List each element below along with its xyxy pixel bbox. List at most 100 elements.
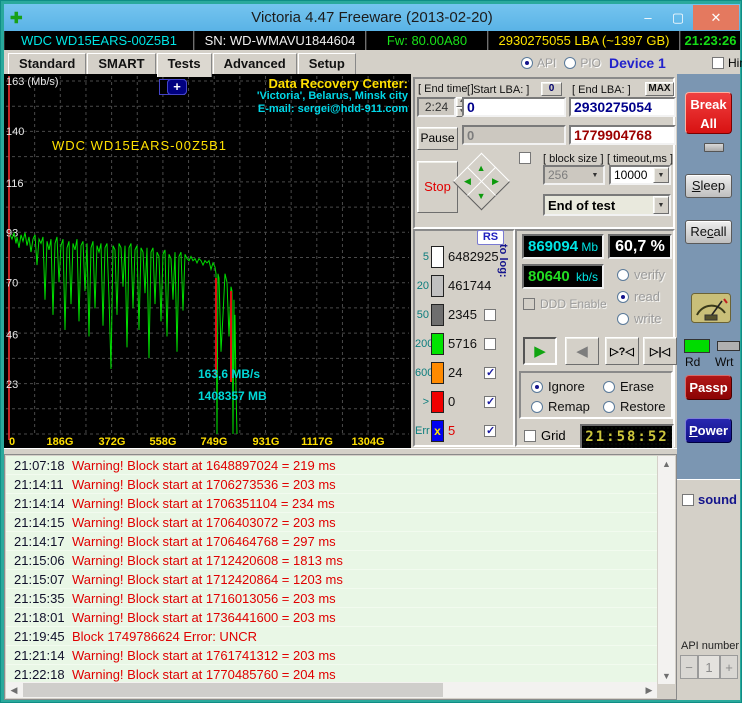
grid-label: Grid: [541, 428, 566, 443]
block-size-label: [ block size ]: [543, 153, 604, 165]
start-lba-input[interactable]: 0: [462, 97, 566, 117]
log-entry[interactable]: 21:14:11 Warning! Block start at 17062735…: [6, 475, 657, 494]
scroll-right-icon[interactable]: ▶: [641, 682, 657, 698]
write-radio[interactable]: [617, 312, 629, 325]
block-size-combo[interactable]: 256 ▼: [543, 165, 605, 185]
to-log-checkbox[interactable]: [484, 337, 496, 350]
write-radio-label: write: [634, 311, 662, 326]
api-plus-button[interactable]: +: [720, 655, 738, 679]
histogram-count: 0: [448, 394, 456, 409]
banner-line1: Data Recovery Center:: [268, 76, 408, 91]
end-action-value: End of test: [548, 197, 616, 213]
log-horizontal-scrollbar[interactable]: ◀ ▶: [6, 682, 657, 698]
to-log-checkbox[interactable]: [484, 424, 496, 437]
log-entry[interactable]: 21:15:35 Warning! Block start at 17160130…: [6, 589, 657, 608]
scroll-left-icon[interactable]: ◀: [6, 682, 22, 698]
histogram-count: 5716: [448, 336, 477, 351]
device-selector[interactable]: Device 1: [609, 55, 666, 71]
clock: 21:23:26: [680, 31, 740, 50]
histogram-threshold-label: 200: [415, 337, 434, 350]
histogram-color-swatch: [431, 303, 444, 326]
histogram-row: 5 6482925: [415, 242, 513, 271]
seek-skip-button[interactable]: ▷|◁: [643, 337, 677, 365]
start-lba-reset-button[interactable]: 0: [541, 82, 562, 96]
cursor-readout: 163,6 MB/s 1408357 MB: [198, 363, 267, 407]
break-all-button[interactable]: Break All: [685, 92, 732, 134]
chevron-down-icon[interactable]: ▼: [653, 167, 669, 183]
progress-mb-lcd: 869094 Mb: [522, 234, 604, 259]
restore-radio-label: Restore: [620, 399, 666, 414]
tab-smart[interactable]: SMART: [87, 53, 156, 74]
api-radio[interactable]: [521, 57, 533, 69]
title-bar: ✚ Victoria 4.47 Freeware (2013-02-20) – …: [4, 4, 740, 31]
log-entry[interactable]: 21:19:45 Block 1749786624 Error: UNCR: [6, 627, 657, 646]
log-panel: 21:07:18 Warning! Block start at 16488970…: [4, 454, 677, 700]
ddd-enable-checkbox[interactable]: [523, 298, 535, 310]
tab-tests[interactable]: Tests: [156, 53, 212, 77]
start-test-button[interactable]: ▶: [523, 337, 557, 365]
grid-checkbox[interactable]: [524, 429, 536, 442]
recall-button[interactable]: Recall: [685, 220, 732, 244]
log-entry[interactable]: 21:21:14 Warning! Block start at 17617413…: [6, 646, 657, 665]
close-button[interactable]: ✕: [693, 5, 739, 30]
to-log-checkbox[interactable]: [484, 395, 496, 408]
to-log-checkbox[interactable]: [484, 366, 496, 379]
tab-standard[interactable]: Standard: [8, 53, 87, 74]
seek-question-button[interactable]: ▷?◁: [605, 337, 639, 365]
timeout-combo[interactable]: 10000 ▼: [609, 165, 671, 185]
scroll-down-icon[interactable]: ▼: [658, 668, 675, 684]
log-message: Warning! Block start at 1736441600 = 203…: [72, 609, 336, 625]
pause-button[interactable]: Pause: [417, 127, 458, 150]
remap-radio[interactable]: [531, 400, 543, 413]
sleep-button[interactable]: Sleep: [685, 174, 732, 198]
end-lba-max-button[interactable]: MAX: [645, 82, 674, 96]
drive-info-bar: WDC WD15EARS-00Z5B1 SN: WD-WMAVU1844604 …: [4, 31, 740, 50]
chevron-down-icon[interactable]: ▼: [587, 167, 603, 183]
histogram-color-swatch: [431, 245, 444, 268]
verify-radio[interactable]: [617, 268, 629, 281]
histogram-row: >0: [415, 387, 513, 416]
histogram-color-swatch: [431, 390, 444, 413]
maximize-button[interactable]: ▢: [663, 5, 693, 30]
log-vertical-scrollbar[interactable]: ▲ ▼: [658, 456, 675, 684]
indicator-button[interactable]: [704, 143, 724, 152]
sound-checkbox[interactable]: [682, 493, 694, 506]
stop-button[interactable]: Stop: [417, 161, 458, 213]
erase-radio[interactable]: [603, 380, 615, 393]
pio-radio[interactable]: [564, 57, 577, 69]
read-radio[interactable]: [617, 290, 629, 303]
tab-setup[interactable]: Setup: [297, 53, 356, 74]
error-x-icon: x: [434, 423, 441, 438]
reverse-button[interactable]: ◀: [565, 337, 599, 365]
ignore-radio[interactable]: [531, 380, 543, 393]
log-entry[interactable]: 21:15:07 Warning! Block start at 17124208…: [6, 570, 657, 589]
tab-advanced[interactable]: Advanced: [212, 53, 297, 74]
log-entry[interactable]: 21:14:17 Warning! Block start at 17064647…: [6, 532, 657, 551]
block-option-checkbox[interactable]: [519, 152, 531, 164]
chevron-down-icon[interactable]: ▼: [653, 196, 669, 214]
end-time-spinbox[interactable]: 2:24: [417, 97, 456, 117]
seek-question-icon: ▷?◁: [610, 345, 634, 358]
log-entry[interactable]: 21:18:01 Warning! Block start at 17364416…: [6, 608, 657, 627]
restore-radio[interactable]: [603, 400, 615, 413]
api-minus-button[interactable]: −: [680, 655, 698, 679]
svg-text:140: 140: [6, 126, 24, 138]
log-entry[interactable]: 21:07:18 Warning! Block start at 16488970…: [6, 456, 657, 475]
log-entry[interactable]: 21:14:15 Warning! Block start at 17064030…: [6, 513, 657, 532]
victoria-window: ✚ Victoria 4.47 Freeware (2013-02-20) – …: [0, 0, 742, 703]
power-button[interactable]: Power: [685, 418, 732, 443]
end-lba-input[interactable]: 2930275054: [569, 97, 676, 117]
arrow-left-icon: ◀: [464, 175, 471, 186]
end-action-combo[interactable]: End of test ▼: [543, 194, 671, 216]
histogram-row: 200 5716: [415, 329, 513, 358]
log-timestamp: 21:14:11: [14, 476, 64, 492]
log-entry[interactable]: 21:15:06 Warning! Block start at 17124206…: [6, 551, 657, 570]
minimize-button[interactable]: –: [633, 5, 663, 30]
hints-checkbox[interactable]: [712, 57, 724, 69]
scrollbar-thumb[interactable]: [23, 683, 443, 697]
scale-plus-button[interactable]: +: [167, 79, 187, 95]
scroll-up-icon[interactable]: ▲: [658, 456, 675, 472]
passport-button[interactable]: Passp: [685, 375, 732, 400]
log-entry[interactable]: 21:14:14 Warning! Block start at 17063511…: [6, 494, 657, 513]
to-log-checkbox[interactable]: [484, 308, 496, 321]
